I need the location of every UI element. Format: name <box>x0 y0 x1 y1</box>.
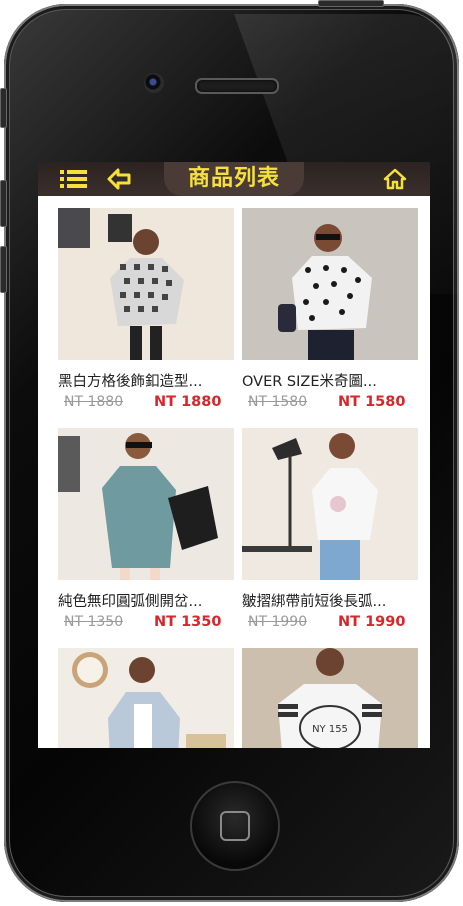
sale-price: NT 1350 <box>154 614 222 630</box>
product-name[interactable]: 黑白方格後飾釦造型... <box>58 370 238 391</box>
original-price: NT 1990 <box>248 614 308 630</box>
volume-up-button <box>0 180 7 227</box>
home-button-square-icon <box>220 811 250 841</box>
original-price: NT 1350 <box>64 614 124 630</box>
back-arrow-icon[interactable] <box>106 167 132 195</box>
product-name[interactable]: OVER SIZE米奇圖... <box>242 370 422 391</box>
page-title: 商品列表 <box>187 166 280 191</box>
product-name[interactable]: 皺摺綁帶前短後長弧... <box>242 590 422 611</box>
original-price: NT 1880 <box>64 394 124 410</box>
original-price: NT 1580 <box>248 394 308 410</box>
app-screen: 商品列表 黑白方格後飾釦造型... NT 1880 NT 1880 OVER S… <box>38 162 430 748</box>
power-button <box>318 0 384 7</box>
list-icon[interactable] <box>58 167 90 195</box>
product-name[interactable]: 純色無印圓弧側開岔... <box>58 590 238 611</box>
product-image[interactable] <box>242 208 418 360</box>
mute-switch <box>0 88 7 128</box>
top-nav-bar: 商品列表 <box>38 162 430 196</box>
product-image[interactable] <box>58 648 234 748</box>
earpiece-speaker <box>195 78 279 94</box>
home-button[interactable] <box>190 781 280 871</box>
product-image[interactable] <box>58 208 234 360</box>
product-image[interactable] <box>58 428 234 580</box>
product-image[interactable]: NY 155 <box>242 648 418 748</box>
front-camera <box>144 73 164 93</box>
product-image[interactable] <box>242 428 418 580</box>
sale-price: NT 1580 <box>338 394 406 410</box>
sale-price: NT 1880 <box>154 394 222 410</box>
home-icon[interactable] <box>382 167 408 195</box>
svg-text:NY 155: NY 155 <box>312 724 348 735</box>
volume-down-button <box>0 246 7 293</box>
sale-price: NT 1990 <box>338 614 406 630</box>
